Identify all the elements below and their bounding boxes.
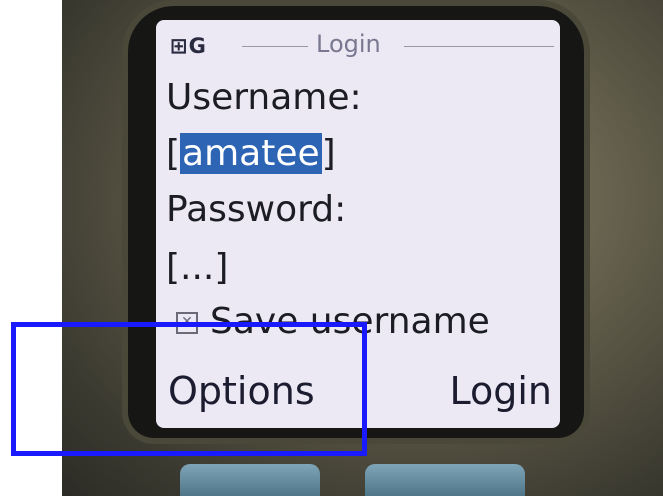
left-soft-key[interactable] <box>180 464 320 496</box>
highlight-box <box>11 322 367 456</box>
title-divider-right <box>404 46 554 47</box>
phone-keys <box>150 458 550 496</box>
screen-title: Login <box>316 30 381 58</box>
username-value[interactable]: amatee <box>180 133 322 174</box>
title-divider-left <box>242 46 308 47</box>
password-field[interactable]: [...] <box>166 250 228 286</box>
login-softkey[interactable]: Login <box>449 372 552 410</box>
username-label: Username: <box>166 77 362 118</box>
password-label: Password: <box>166 189 347 230</box>
username-field[interactable]: [amatee] <box>166 133 336 174</box>
signal-status-icon: ⊞G <box>170 34 207 58</box>
right-soft-key[interactable] <box>365 464 525 496</box>
username-bracket-open: [ <box>166 133 181 174</box>
username-bracket-close: ] <box>321 133 336 174</box>
